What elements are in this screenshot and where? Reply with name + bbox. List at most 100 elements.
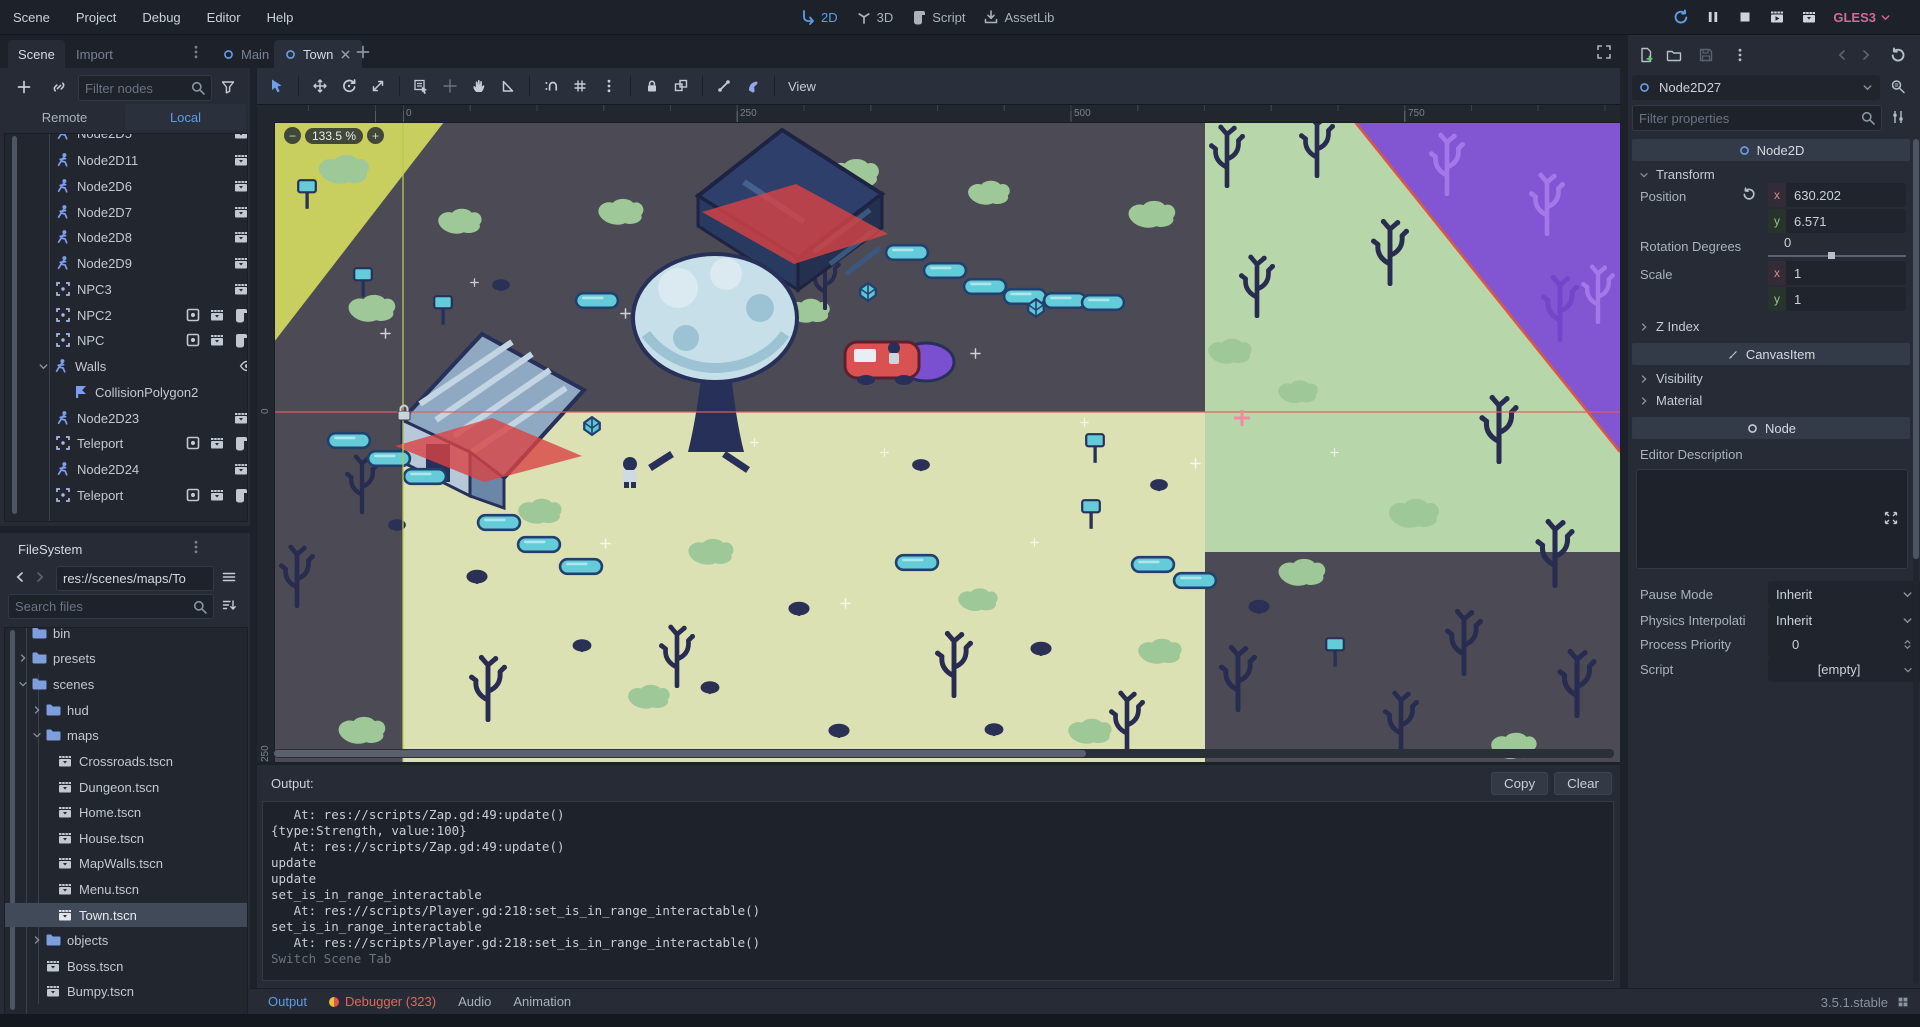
expand-description-icon[interactable] — [1883, 510, 1899, 526]
menu-debug[interactable]: Debug — [129, 10, 193, 25]
edited-node-selector[interactable]: Node2D27 — [1632, 75, 1880, 100]
group-icon[interactable] — [185, 332, 201, 348]
tree-row[interactable]: NPC3 — [5, 277, 248, 301]
filter-properties-input[interactable] — [1633, 111, 1860, 126]
canvas-hscrollbar[interactable] — [274, 749, 1614, 758]
inspector-scrollbar-handle[interactable] — [1913, 139, 1919, 559]
tree-row[interactable]: Node2D9 — [5, 251, 248, 275]
rotation-slider-handle[interactable] — [1828, 252, 1835, 259]
history-forward-icon[interactable] — [1858, 47, 1874, 63]
viewport-canvas[interactable]: 0 250 500 750 0 250 — [257, 105, 1620, 762]
revert-icon[interactable] — [1742, 187, 1756, 201]
mode-3d[interactable]: 3D — [856, 9, 894, 25]
bottom-tab-debugger[interactable]: Debugger (323) — [329, 994, 436, 1009]
lock-node-icon[interactable] — [644, 78, 660, 94]
resource-tools-icon[interactable] — [1732, 47, 1748, 63]
physics-interpolation-select[interactable]: Inherit — [1768, 607, 1920, 633]
list-select-tool-icon[interactable] — [413, 78, 429, 94]
collapse-arrow-icon[interactable] — [31, 729, 43, 741]
skeleton-icon[interactable] — [716, 78, 732, 94]
file-row-selected[interactable]: Town.tscn — [5, 903, 248, 927]
remote-toggle[interactable]: Remote — [4, 104, 125, 130]
bottom-tab-audio[interactable]: Audio — [458, 994, 491, 1009]
file-row[interactable]: objects — [5, 928, 248, 952]
mode-2d[interactable]: 2D — [800, 9, 838, 25]
movie-icon[interactable] — [233, 281, 248, 297]
script-icon[interactable] — [233, 332, 248, 348]
file-row[interactable]: maps — [5, 723, 248, 747]
position-x-field[interactable]: x630.202 — [1768, 183, 1906, 207]
filter-options-icon[interactable] — [220, 79, 236, 95]
movie-icon[interactable] — [233, 410, 248, 426]
file-row[interactable]: House.tscn — [5, 826, 248, 850]
transform-fold[interactable]: Transform — [1638, 167, 1715, 182]
group-icon[interactable] — [185, 435, 201, 451]
distraction-free-icon[interactable] — [1596, 44, 1612, 60]
new-resource-icon[interactable] — [1638, 47, 1654, 63]
search-files-input[interactable] — [9, 599, 192, 614]
save-resource-icon[interactable] — [1698, 47, 1714, 63]
rotation-slider[interactable] — [1768, 255, 1906, 257]
scene-tab-town[interactable]: Town — [274, 40, 362, 68]
stop-button[interactable] — [1737, 9, 1753, 25]
expand-arrow-icon[interactable] — [31, 704, 43, 716]
tree-row[interactable]: Node2D6 — [5, 174, 248, 198]
path-bar[interactable]: res://scenes/maps/To — [56, 566, 214, 591]
tree-row[interactable]: Teleport — [5, 431, 248, 455]
tree-row[interactable]: CollisionPolygon2 — [5, 380, 248, 404]
scene-tab-main[interactable]: Main — [212, 40, 279, 68]
editor-description-field[interactable] — [1636, 469, 1908, 569]
pause-mode-select[interactable]: Inherit — [1768, 581, 1920, 607]
rotate-tool-icon[interactable] — [341, 78, 357, 94]
toggle-split-mode-icon[interactable] — [221, 569, 237, 585]
collapse-arrow-icon[interactable] — [17, 678, 29, 690]
tree-row[interactable]: Node2D5 — [5, 133, 248, 145]
dock-menu-icon[interactable] — [188, 44, 204, 60]
play-scene-button[interactable] — [1769, 9, 1785, 25]
movie-icon[interactable] — [209, 487, 225, 503]
material-fold[interactable]: Material — [1638, 393, 1702, 408]
file-row[interactable]: MapWalls.tscn — [5, 851, 248, 875]
tab-filesystem[interactable]: FileSystem — [8, 535, 92, 563]
tree-row[interactable]: Node2D11 — [5, 148, 248, 172]
script-icon[interactable] — [233, 435, 248, 451]
section-canvasitem[interactable]: CanvasItem — [1632, 343, 1910, 365]
movie-icon[interactable] — [209, 332, 225, 348]
tree-row[interactable]: Node2D23 — [5, 406, 248, 430]
open-docs-icon[interactable] — [1890, 79, 1906, 95]
replay-button[interactable] — [1673, 9, 1689, 25]
tree-row[interactable]: NPC — [5, 328, 248, 352]
movie-icon[interactable] — [233, 152, 248, 168]
menu-scene[interactable]: Scene — [0, 10, 63, 25]
expand-arrow-icon[interactable] — [31, 934, 43, 946]
collapse-arrow-icon[interactable] — [37, 360, 50, 373]
menu-project[interactable]: Project — [63, 10, 129, 25]
clear-button[interactable]: Clear — [1554, 772, 1612, 795]
file-row[interactable]: Boss.tscn — [5, 954, 248, 978]
file-row[interactable]: Bumpy.tscn — [5, 979, 248, 1003]
new-scene-tab-button[interactable] — [355, 44, 371, 60]
movie-icon[interactable] — [209, 435, 225, 451]
zoom-out-button[interactable]: − — [284, 127, 301, 144]
position-y-field[interactable]: y6.571 — [1768, 209, 1906, 233]
ruler-tool-icon[interactable] — [500, 78, 516, 94]
visibility-icon[interactable] — [239, 358, 248, 374]
snap-options-icon[interactable] — [601, 78, 617, 94]
process-priority-stepper[interactable]: 0 — [1768, 632, 1920, 657]
video-driver-select[interactable]: GLES3 — [1833, 10, 1892, 25]
bottom-tab-animation[interactable]: Animation — [513, 994, 571, 1009]
tree-row[interactable]: Teleport — [5, 483, 248, 507]
zoom-in-button[interactable]: + — [367, 127, 384, 144]
select-tool-icon[interactable] — [269, 78, 285, 94]
scale-x-field[interactable]: x1 — [1768, 261, 1906, 285]
update-spinner-icon[interactable] — [1896, 995, 1910, 1009]
group-icon[interactable] — [185, 307, 201, 323]
rotation-field[interactable]: 0 — [1768, 233, 1906, 259]
view-menu[interactable]: View — [788, 79, 816, 94]
group-node-icon[interactable] — [673, 78, 689, 94]
section-node2d[interactable]: Node2D — [1632, 139, 1910, 161]
movie-icon[interactable] — [233, 204, 248, 220]
group-icon[interactable] — [185, 487, 201, 503]
mode-assetlib[interactable]: AssetLib — [983, 9, 1054, 25]
file-row[interactable]: Dungeon.tscn — [5, 775, 248, 799]
